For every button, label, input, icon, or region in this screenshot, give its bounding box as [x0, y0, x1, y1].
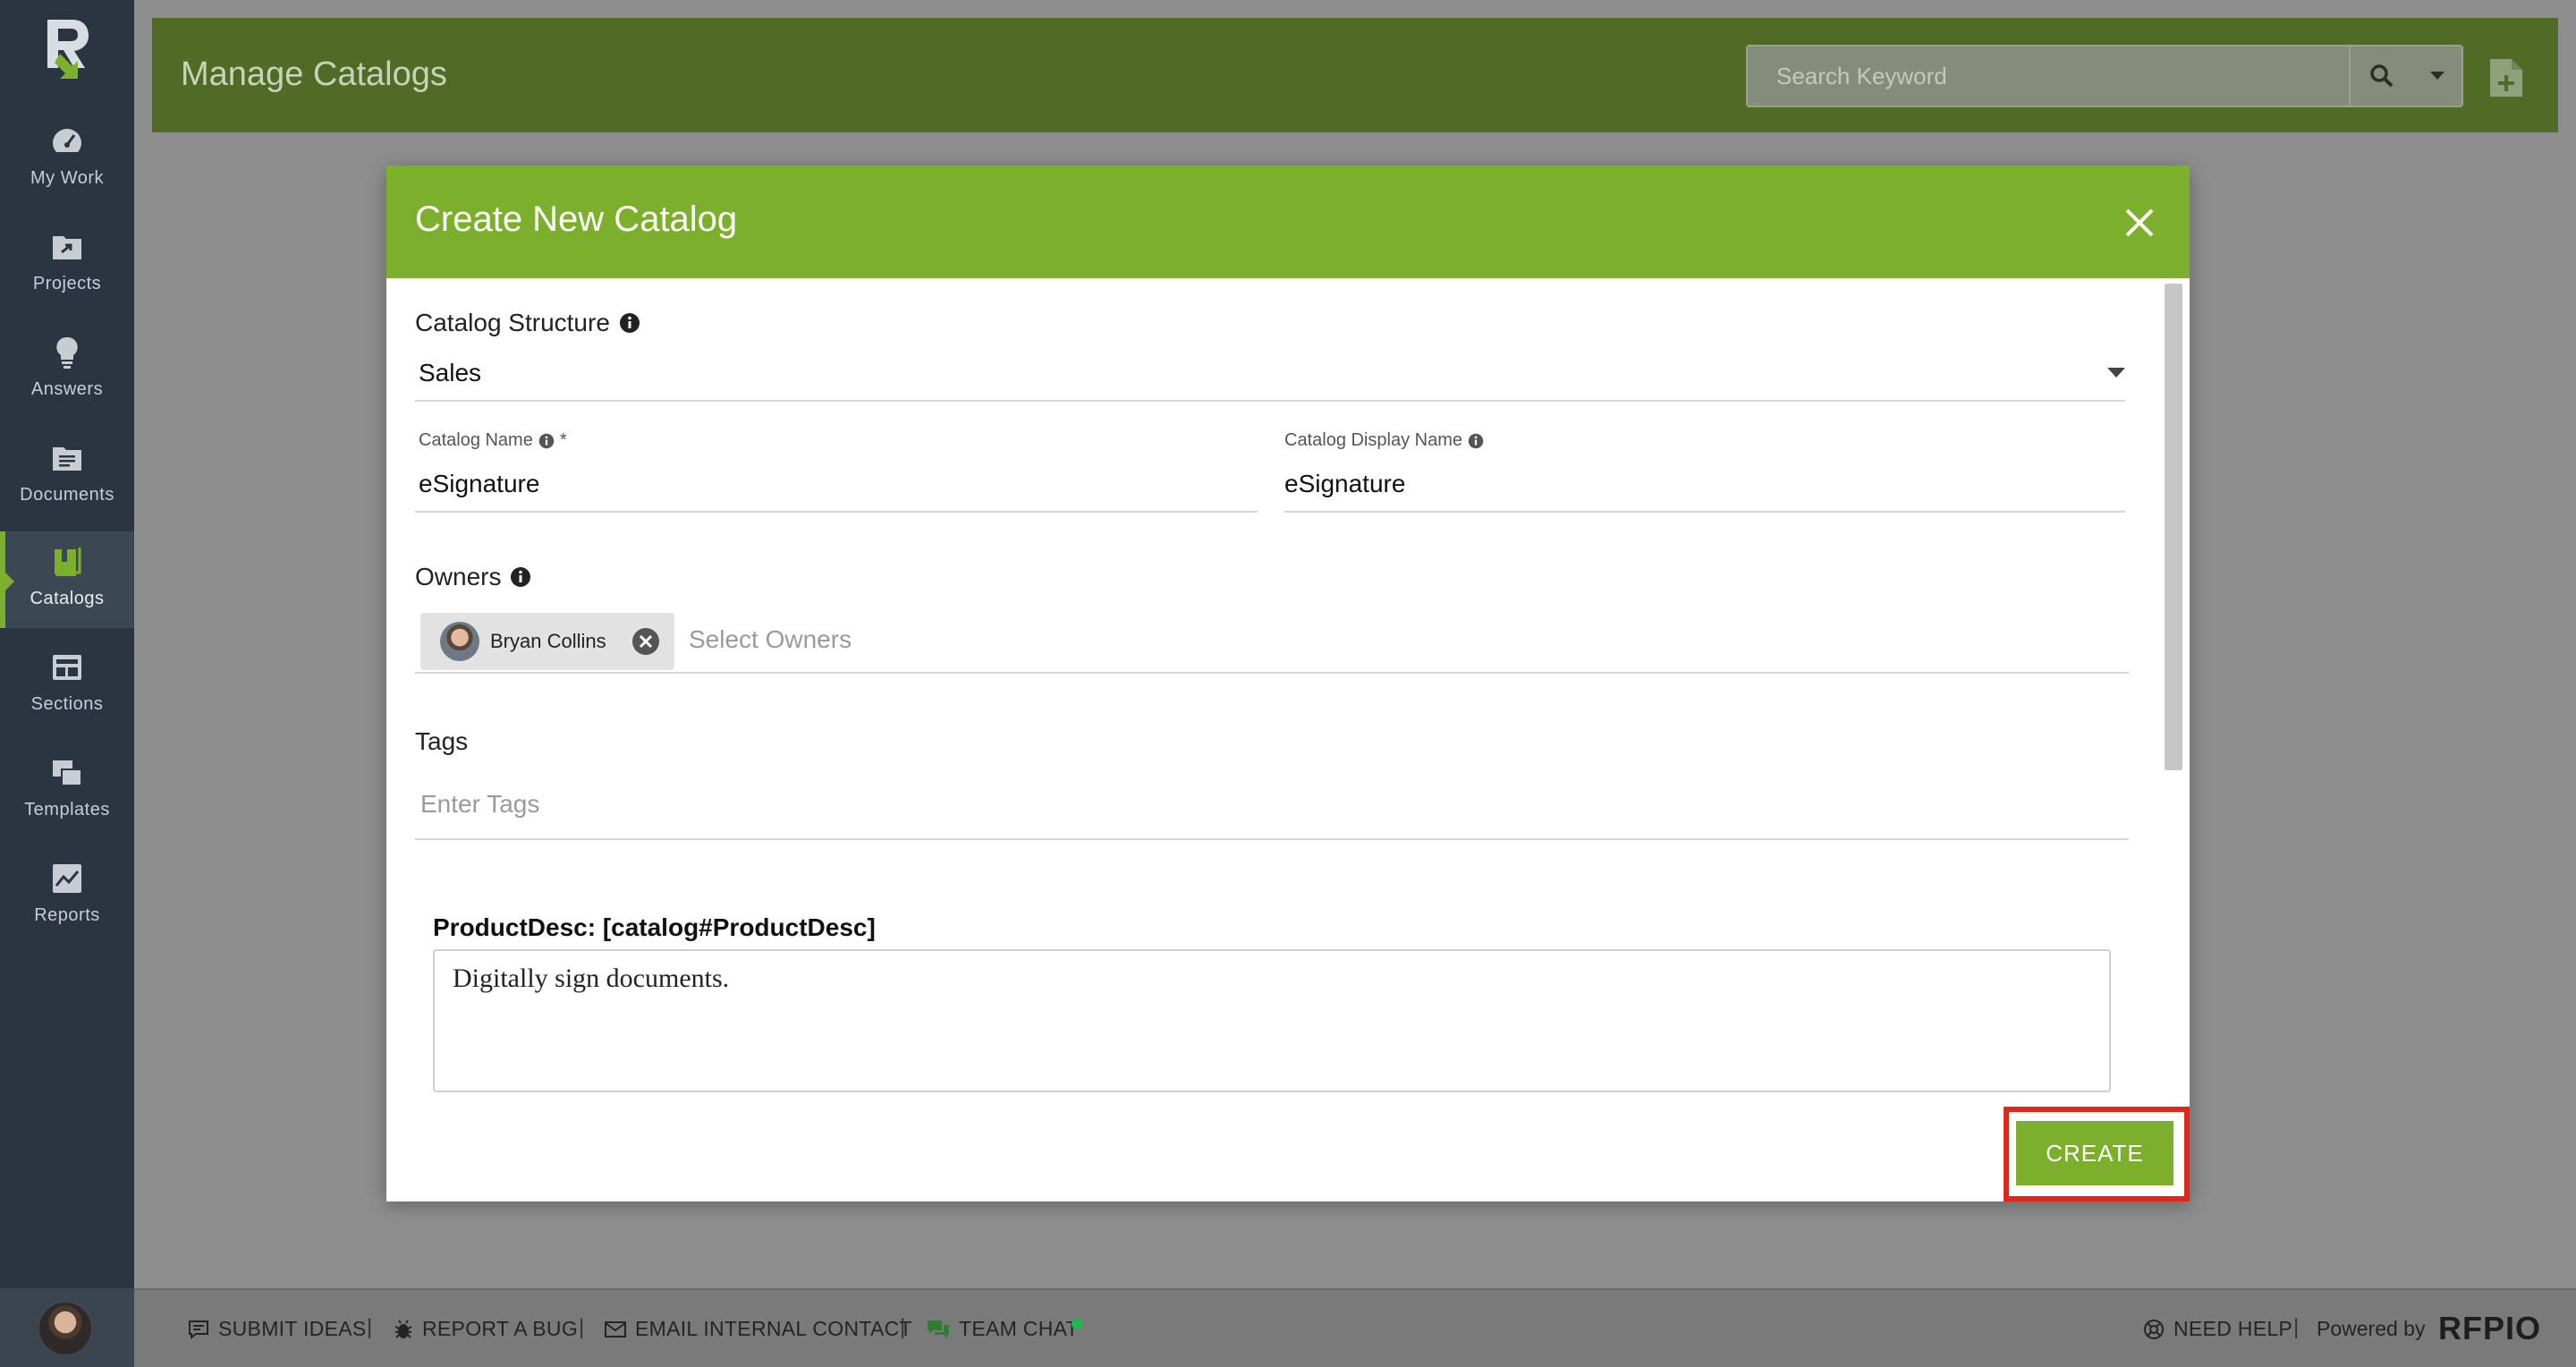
catalog-name-underline: [415, 511, 1258, 513]
search-box: [1746, 45, 2463, 107]
tags-label-text: Tags: [415, 727, 469, 755]
documents-icon: [53, 447, 81, 471]
close-icon[interactable]: [2122, 205, 2157, 241]
footer-separator: |: [579, 1315, 585, 1339]
info-icon[interactable]: [538, 433, 555, 449]
create-catalog-modal: Create New Catalog Catalog Structure Sal…: [386, 166, 2190, 1201]
team-chat-link[interactable]: TEAM CHAT: [927, 1317, 1079, 1341]
owners-label-text: Owners: [415, 563, 502, 590]
sidebar-item-answers[interactable]: Answers: [0, 322, 134, 419]
chevron-down-icon[interactable]: [2107, 368, 2125, 378]
need-help-label: NEED HELP: [2174, 1317, 2293, 1340]
email-contact-link[interactable]: EMAIL INTERNAL CONTACT: [605, 1317, 912, 1341]
owners-label: Owners: [415, 563, 531, 591]
owner-avatar: [440, 622, 479, 661]
scrollbar-thumb[interactable]: [2165, 284, 2182, 770]
comment-icon: [189, 1320, 208, 1339]
info-icon[interactable]: [1468, 433, 1484, 449]
report-bug-label: REPORT A BUG: [422, 1317, 579, 1340]
sidebar-item-label: Catalogs: [30, 589, 105, 608]
rfpio-logo-icon[interactable]: [42, 16, 92, 81]
need-help-link[interactable]: NEED HELP: [2143, 1317, 2292, 1341]
tags-underline: [415, 838, 2129, 840]
email-contact-label: EMAIL INTERNAL CONTACT: [635, 1317, 912, 1340]
online-status-dot: [1072, 1319, 1082, 1329]
footer-separator: |: [2293, 1315, 2300, 1339]
powered-by-text: Powered by: [2317, 1317, 2426, 1340]
submit-ideas-label: SUBMIT IDEAS: [218, 1317, 367, 1340]
create-button-highlight: CREATE: [2004, 1107, 2190, 1201]
catalog-icon: [55, 548, 81, 576]
sidebar-item-sections[interactable]: Sections: [0, 637, 134, 734]
bug-icon: [394, 1319, 412, 1338]
create-button[interactable]: CREATE: [2016, 1121, 2174, 1185]
tags-label: Tags: [415, 727, 468, 756]
rfpio-brand-logo: RFPIO: [2438, 1310, 2542, 1346]
caret-down-icon: [2430, 72, 2445, 80]
catalog-display-name-input[interactable]: eSignature: [1284, 470, 1405, 498]
catalog-structure-select[interactable]: Sales: [419, 359, 481, 387]
sidebar-item-documents[interactable]: Documents: [0, 428, 134, 524]
product-desc-label: ProductDesc: [catalog#ProductDesc]: [433, 913, 876, 941]
projects-icon: [53, 236, 81, 259]
dashboard-icon: [53, 129, 81, 152]
catalog-display-name-label: Catalog Display Name: [1284, 430, 1484, 451]
select-owners-input[interactable]: Select Owners: [689, 625, 852, 654]
templates-icon: [53, 760, 82, 786]
catalog-display-name-label-text: Catalog Display Name: [1284, 430, 1462, 450]
info-icon[interactable]: [510, 566, 531, 588]
sidebar-item-catalogs[interactable]: Catalogs: [0, 531, 134, 628]
sidebar-item-label: Templates: [24, 800, 110, 819]
sidebar-item-my-work[interactable]: My Work: [0, 111, 134, 208]
modal-scrollbar[interactable]: [2163, 282, 2184, 1201]
sidebar-item-label: Documents: [20, 485, 114, 505]
lifebuoy-icon: [2144, 1319, 2164, 1339]
sidebar-item-label: Projects: [32, 274, 102, 293]
modal-header: Create New Catalog: [386, 166, 2190, 278]
remove-owner-icon[interactable]: [631, 627, 660, 656]
footer-separator: |: [900, 1315, 906, 1339]
owners-underline: [415, 672, 2129, 674]
catalog-name-input[interactable]: eSignature: [419, 470, 539, 498]
lightbulb-icon: [56, 336, 78, 369]
sidebar-item-projects[interactable]: Projects: [0, 217, 134, 313]
sidebar-item-label: My Work: [30, 168, 104, 188]
owner-chip-name: Bryan Collins: [490, 630, 606, 652]
owner-chip: Bryan Collins: [420, 613, 674, 670]
sidebar-item-label: Reports: [34, 905, 100, 925]
footer-bar: SUBMIT IDEAS | REPORT A BUG | EMAIL INTE…: [134, 1288, 2576, 1367]
catalog-structure-label: Catalog Structure: [415, 309, 640, 337]
sidebar-item-templates[interactable]: Templates: [0, 743, 134, 839]
chat-icon: [928, 1320, 949, 1338]
info-icon[interactable]: [619, 312, 640, 334]
sidebar-item-label: Answers: [30, 379, 104, 399]
search-input[interactable]: [1748, 47, 2347, 106]
search-button[interactable]: [2349, 47, 2413, 106]
search-icon: [2370, 64, 2394, 88]
add-document-icon[interactable]: [2488, 57, 2524, 98]
sidebar-item-reports[interactable]: Reports: [0, 848, 134, 945]
catalog-structure-label-text: Catalog Structure: [415, 309, 610, 336]
catalog-display-name-underline: [1284, 511, 2125, 513]
required-asterisk: *: [559, 430, 567, 450]
catalog-name-label: Catalog Name *: [419, 430, 567, 451]
sections-icon: [53, 655, 81, 680]
catalog-structure-underline: [415, 400, 2125, 402]
product-desc-textarea[interactable]: Digitally sign documents.: [433, 949, 2111, 1092]
user-avatar[interactable]: [38, 1301, 93, 1356]
sidebar: My Work Projects Answers Documents Catal…: [0, 0, 134, 1367]
envelope-icon: [605, 1320, 626, 1337]
team-chat-label: TEAM CHAT: [959, 1317, 1079, 1340]
sidebar-item-label: Sections: [30, 694, 104, 714]
modal-title: Create New Catalog: [415, 200, 738, 239]
tags-input[interactable]: Enter Tags: [420, 790, 539, 819]
report-bug-link[interactable]: REPORT A BUG: [394, 1317, 578, 1341]
search-options-dropdown[interactable]: [2413, 47, 2462, 106]
page-header: Manage Catalogs: [152, 18, 2558, 132]
submit-ideas-link[interactable]: SUBMIT IDEAS: [188, 1317, 367, 1341]
reports-icon: [53, 864, 81, 893]
catalog-name-label-text: Catalog Name: [419, 430, 533, 450]
footer-separator: |: [367, 1315, 373, 1339]
page-title: Manage Catalogs: [181, 55, 447, 93]
